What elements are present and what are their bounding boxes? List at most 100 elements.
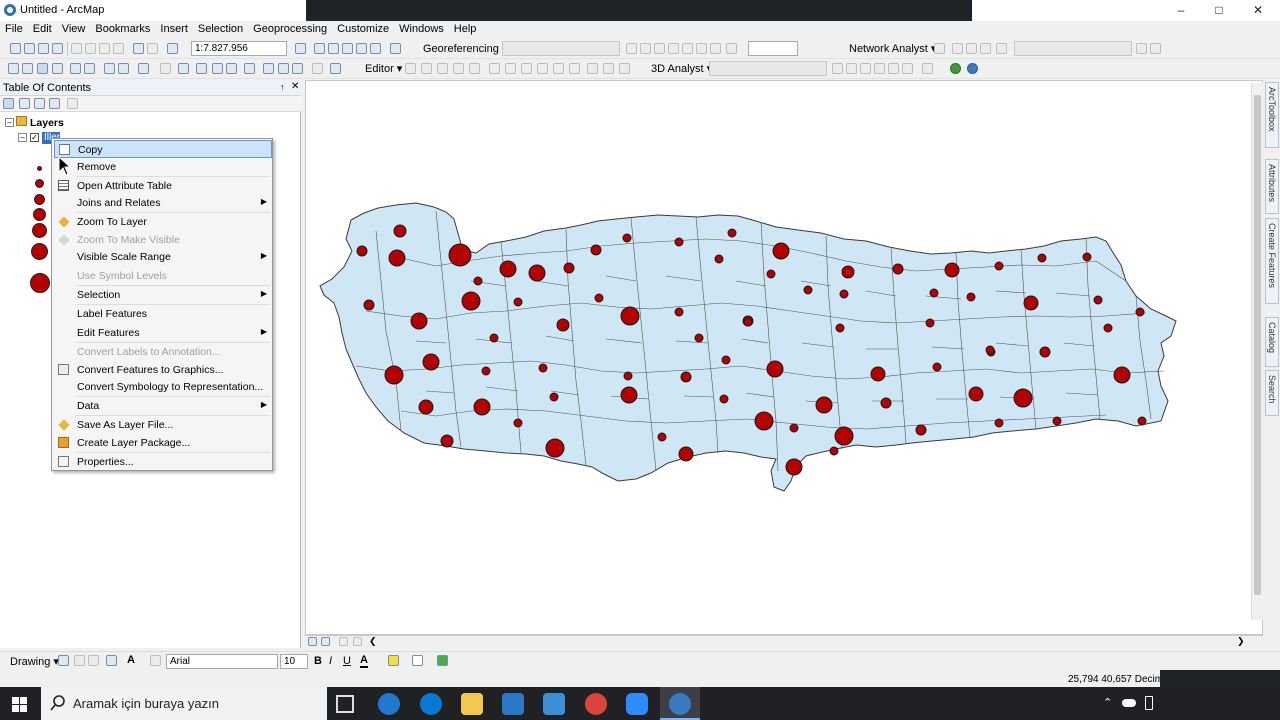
rectangle-tool-icon[interactable] [106,655,117,666]
edge-icon[interactable] [420,693,442,715]
store-icon[interactable] [502,693,524,715]
menu-windows[interactable]: Windows [394,21,449,35]
font-color-icon[interactable]: A [360,654,368,668]
fill-color-icon[interactable] [388,655,399,666]
underline-button[interactable]: U [343,655,351,667]
georeferencing-menu[interactable]: Georeferencing ▾ [423,42,507,55]
onedrive-icon[interactable] [1122,699,1136,707]
file-explorer-icon[interactable] [461,693,483,715]
save-icon[interactable] [38,43,49,54]
map-view[interactable] [305,80,1263,635]
collapse-layer-icon[interactable]: – [18,133,27,142]
taskbar-search-box[interactable]: Aramak için buraya yazın [41,687,327,720]
menu-item-label-features[interactable]: Label Features [54,305,272,323]
scroll-thumb[interactable] [1254,95,1261,595]
italic-button[interactable]: I [329,655,332,667]
tray-chevron-icon[interactable]: ⌃ [1103,696,1112,709]
georef-value-field[interactable] [748,41,798,56]
list-by-drawing-order-icon[interactable] [3,98,14,109]
menu-geoprocessing[interactable]: Geoprocessing [248,21,332,35]
attributes-tab[interactable]: Attributes [1265,159,1279,214]
catalog-tab[interactable]: Catalog [1265,317,1279,367]
full-extent-icon[interactable] [52,63,63,74]
html-popup-icon[interactable] [226,63,237,74]
menu-item-save-as-layer-file[interactable]: Save As Layer File... [54,416,272,434]
mail-icon[interactable] [543,693,565,715]
model-builder-icon[interactable] [390,43,401,54]
menu-item-data[interactable]: Data ▶ [54,397,272,415]
fixed-zoom-out-icon[interactable] [84,63,95,74]
drawing-menu[interactable]: Drawing ▾ [10,655,59,668]
menu-edit[interactable]: Edit [28,21,57,35]
arcglobe-icon[interactable] [967,63,978,74]
menu-item-properties[interactable]: Properties... [54,453,272,471]
close-button[interactable]: ✕ [1243,2,1273,18]
delete-icon[interactable] [113,43,124,54]
go-forward-icon[interactable] [118,63,129,74]
menu-item-copy[interactable]: Copy [54,140,272,158]
toc-close-icon[interactable]: ✕ [291,81,299,92]
map-vertical-scrollbar[interactable] [1251,83,1263,620]
font-size-combo[interactable]: 10 [280,654,308,669]
menu-item-visible-scale-range[interactable]: Visible Scale Range ▶ [54,248,272,266]
menu-item-selection[interactable]: Selection ▶ [54,286,272,304]
select-elements-pointer-icon[interactable] [58,655,69,666]
pin-icon[interactable]: ↑ [280,82,285,92]
chrome-icon[interactable] [585,693,607,715]
time-slider-icon[interactable] [312,63,323,74]
menu-selection[interactable]: Selection [193,21,248,35]
menu-view[interactable]: View [57,21,91,35]
paste-icon[interactable] [99,43,110,54]
menu-file[interactable]: File [0,21,28,35]
menu-item-remove[interactable]: Remove [54,158,272,176]
menu-item-open-attribute-table[interactable]: Open Attribute Table [54,177,272,195]
menu-item-edit-features[interactable]: Edit Features ▶ [54,324,272,342]
viewer-window-icon[interactable] [330,63,341,74]
scroll-left-icon[interactable]: ❮ [369,636,377,647]
layout-view-icon[interactable] [321,637,330,646]
new-icon[interactable] [10,43,21,54]
pause-drawing-icon[interactable] [353,637,362,646]
catalog-window-icon[interactable] [328,43,339,54]
menu-insert[interactable]: Insert [155,21,193,35]
redo-icon[interactable] [147,43,158,54]
search-window-icon[interactable] [342,43,353,54]
scroll-right-icon[interactable]: ❯ [1237,636,1245,647]
3d-analyst-menu[interactable]: 3D Analyst ▾ [651,62,712,75]
zoom-in-icon[interactable] [8,63,19,74]
arctoolbox-tab[interactable]: ArcToolbox [1265,82,1279,148]
scale-combo[interactable]: 1:7.827.956 [191,41,287,56]
menu-item-convert-features-to-graphics[interactable]: Convert Features to Graphics... [54,361,272,379]
windows-start-icon[interactable] [12,697,27,712]
refresh-view-icon[interactable] [339,637,348,646]
marker-color-icon[interactable] [437,655,448,666]
print-icon[interactable] [52,43,63,54]
collapse-layers-icon[interactable]: – [5,118,14,127]
list-by-source-icon[interactable] [19,98,30,109]
text-tool-icon[interactable]: A [127,654,135,666]
internet-explorer-icon[interactable] [378,693,400,715]
list-by-selection-icon[interactable] [49,98,60,109]
cut-icon[interactable] [71,43,82,54]
menu-item-create-layer-package[interactable]: Create Layer Package... [54,434,272,452]
menu-bookmarks[interactable]: Bookmarks [90,21,155,35]
add-data-icon[interactable] [167,43,178,54]
pan-icon[interactable] [37,63,48,74]
copy-tool-icon[interactable] [85,43,96,54]
data-frame-label[interactable]: Layers [30,117,64,129]
goto-xy-icon[interactable] [292,63,303,74]
undo-icon[interactable] [133,43,144,54]
select-features-icon[interactable] [138,63,149,74]
arctoolbox-icon[interactable] [356,43,367,54]
search-tab[interactable]: Search [1265,370,1279,416]
zoom-app-icon[interactable] [626,693,648,715]
minimize-button[interactable]: – [1166,2,1196,18]
menu-item-zoom-to-layer[interactable]: Zoom To Layer [54,213,272,231]
list-by-visibility-icon[interactable] [34,98,45,109]
maximize-button[interactable]: □ [1204,2,1234,18]
measure-icon[interactable] [244,63,255,74]
arcscene-icon[interactable] [950,63,961,74]
select-elements-icon[interactable] [178,63,189,74]
zoom-out-icon[interactable] [22,63,33,74]
create-features-tab[interactable]: Create Features [1265,218,1279,304]
